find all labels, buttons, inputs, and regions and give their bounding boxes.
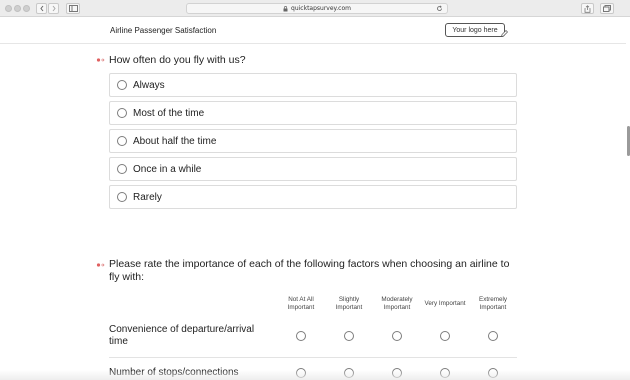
column-header-line2: Important xyxy=(287,303,315,311)
column-header-line2: Important xyxy=(335,303,363,311)
option-most-of-the-time[interactable]: Most of the time xyxy=(109,101,517,125)
option-always[interactable]: Always xyxy=(109,73,517,97)
share-icon xyxy=(584,4,591,13)
column-header-line2: Important xyxy=(383,303,411,311)
question2-title: Please rate the importance of each of th… xyxy=(109,258,509,284)
radio-button[interactable] xyxy=(117,80,127,90)
row-divider xyxy=(109,357,517,358)
option-rarely[interactable]: Rarely xyxy=(109,185,517,209)
chevron-right-icon xyxy=(52,5,56,12)
address-bar[interactable]: quicktapsurvey.com xyxy=(186,3,448,14)
row-label-line2: time xyxy=(109,336,128,347)
option-label: Always xyxy=(133,79,165,91)
url-text: quicktapsurvey.com xyxy=(291,5,351,12)
back-button[interactable] xyxy=(36,3,47,14)
column-header-line1: Not At All xyxy=(288,296,314,303)
option-label: Rarely xyxy=(133,191,162,203)
question2-title-line1: Please rate the importance of each of th… xyxy=(109,258,510,270)
browser-toolbar: quicktapsurvey.com xyxy=(0,0,630,17)
option-once-in-a-while[interactable]: Once in a while xyxy=(109,157,517,181)
minimize-window-button[interactable] xyxy=(14,5,21,12)
radio-button[interactable] xyxy=(117,136,127,146)
lock-icon xyxy=(283,5,288,12)
column-header-line1: Moderately xyxy=(381,296,413,303)
column-header-line1: Slightly xyxy=(338,296,360,303)
close-window-button[interactable] xyxy=(5,5,12,12)
option-label: About half the time xyxy=(133,135,217,147)
bottom-fade xyxy=(0,370,630,380)
radio-button[interactable] xyxy=(117,192,127,202)
row-label-line1: Convenience of departure/arrival xyxy=(109,324,255,335)
tabs-button[interactable] xyxy=(600,3,614,14)
matrix-row-label: Convenience of departure/arrival time xyxy=(109,324,279,348)
radio-slightly-important[interactable] xyxy=(344,331,354,341)
question1-title: How often do you fly with us? xyxy=(109,54,246,66)
column-header-slightly-important: Slightly Important xyxy=(325,296,373,311)
option-about-half-the-time[interactable]: About half the time xyxy=(109,129,517,153)
share-button[interactable] xyxy=(581,3,594,14)
logo-text: Your logo here xyxy=(452,26,498,34)
question2-title-line2: fly with: xyxy=(109,271,145,283)
sidebar-icon xyxy=(68,5,78,12)
radio-extremely-important[interactable] xyxy=(488,331,498,341)
option-label: Most of the time xyxy=(133,107,205,119)
radio-button[interactable] xyxy=(117,108,127,118)
survey-header: Airline Passenger Satisfaction Your logo… xyxy=(0,18,626,44)
radio-not-at-all-important[interactable] xyxy=(296,331,306,341)
required-marker-icon xyxy=(96,57,105,63)
column-header-line1: Extremely xyxy=(479,296,507,303)
zoom-window-button[interactable] xyxy=(23,5,30,12)
column-header-very-important: Very Important xyxy=(418,300,472,308)
column-header-not-at-all-important: Not At All Important xyxy=(277,296,325,311)
radio-very-important[interactable] xyxy=(440,331,450,341)
sidebar-button[interactable] xyxy=(66,3,80,14)
survey-title: Airline Passenger Satisfaction xyxy=(110,26,217,35)
column-header-extremely-important: Extremely Important xyxy=(469,296,517,311)
tabs-icon xyxy=(603,5,611,12)
required-marker-icon xyxy=(96,262,105,268)
radio-button[interactable] xyxy=(117,164,127,174)
column-header-line2: Important xyxy=(479,303,507,311)
chevron-left-icon xyxy=(39,5,43,12)
reload-icon[interactable] xyxy=(436,5,443,14)
option-label: Once in a while xyxy=(133,163,202,175)
edit-pencil-icon xyxy=(500,29,509,40)
column-header-moderately-important: Moderately Important xyxy=(373,296,421,311)
forward-button[interactable] xyxy=(48,3,59,14)
logo-placeholder[interactable]: Your logo here xyxy=(445,23,508,37)
radio-moderately-important[interactable] xyxy=(392,331,402,341)
column-header-line1: Very Important xyxy=(424,300,466,307)
